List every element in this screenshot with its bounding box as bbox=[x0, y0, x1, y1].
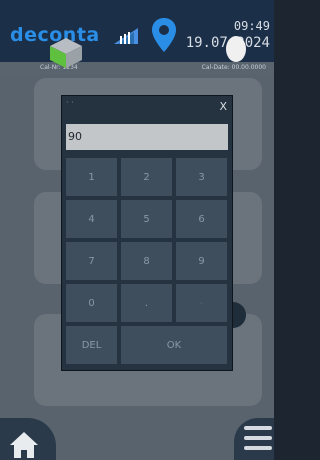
key-2[interactable]: 2 bbox=[121, 158, 172, 196]
value-input[interactable]: 90 bbox=[66, 124, 228, 150]
ok-button[interactable]: OK bbox=[121, 326, 227, 364]
key-7[interactable]: 7 bbox=[66, 242, 117, 280]
delete-button[interactable]: DEL bbox=[66, 326, 117, 364]
key-0[interactable]: 0 bbox=[66, 284, 117, 322]
menu-tab[interactable] bbox=[234, 418, 274, 460]
key-5[interactable]: 5 bbox=[121, 200, 172, 238]
key-9[interactable]: 9 bbox=[176, 242, 227, 280]
time-text: 09:49 bbox=[233, 19, 270, 33]
key-8[interactable]: 8 bbox=[121, 242, 172, 280]
location-icon[interactable] bbox=[152, 18, 176, 52]
device-box-icon bbox=[50, 38, 82, 68]
key-3[interactable]: 3 bbox=[176, 158, 227, 196]
close-icon[interactable]: X bbox=[219, 101, 227, 112]
status-indicator bbox=[226, 36, 246, 62]
key-minus[interactable]: - bbox=[176, 284, 227, 322]
key-4[interactable]: 4 bbox=[66, 200, 117, 238]
key-6[interactable]: 6 bbox=[176, 200, 227, 238]
key-1[interactable]: 1 bbox=[66, 158, 117, 196]
cal-date: Cal-Date: 00.00.0000 bbox=[201, 64, 266, 71]
dialog-title: · · bbox=[66, 98, 74, 107]
calibration-bar: Cal-Nr: 1234 Cal-Date: 00.00.0000 bbox=[0, 62, 274, 74]
numeric-keypad-dialog: · · X 90 1 2 3 4 5 6 7 8 9 0 . - DEL OK bbox=[62, 96, 232, 370]
home-icon[interactable] bbox=[8, 430, 40, 460]
key-dot[interactable]: . bbox=[121, 284, 172, 322]
dialog-titlebar: · · X bbox=[62, 96, 232, 116]
signal-icon[interactable] bbox=[112, 24, 140, 46]
